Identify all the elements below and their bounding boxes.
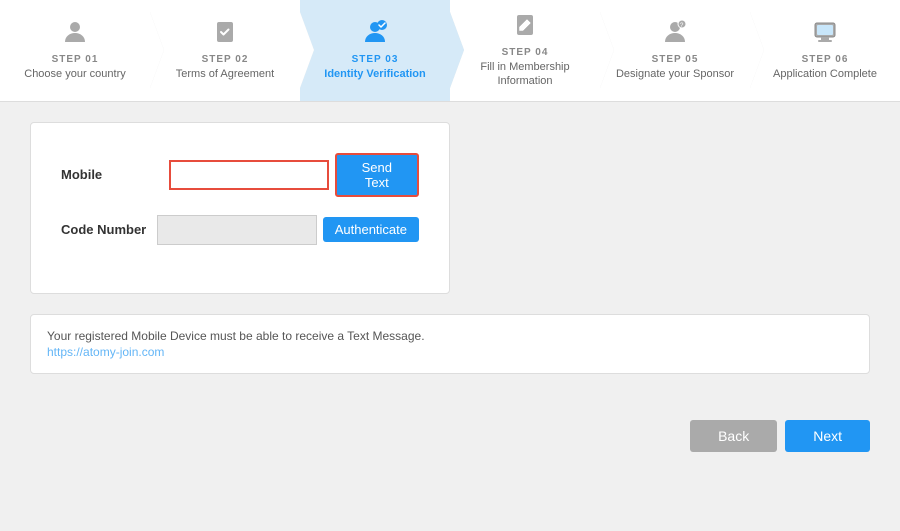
step04-icon — [512, 12, 538, 43]
code-row: Code Number Authenticate — [61, 215, 419, 245]
authenticate-button[interactable]: Authenticate — [323, 217, 419, 242]
mobile-label: Mobile — [61, 167, 169, 182]
watermark: https://atomy-join.com — [47, 345, 853, 359]
step-item-03[interactable]: STEP 03 Identity Verification — [300, 0, 450, 101]
next-button[interactable]: Next — [785, 420, 870, 452]
step06-label: Application Complete — [773, 67, 877, 81]
send-text-button[interactable]: Send Text — [335, 153, 419, 197]
step03-number: STEP 03 — [352, 54, 399, 65]
step06-number: STEP 06 — [802, 54, 849, 65]
step-item-05[interactable]: ? STEP 05 Designate your Sponsor — [600, 0, 750, 101]
step04-label: Fill in Membership Information — [454, 60, 596, 89]
step02-number: STEP 02 — [202, 54, 249, 65]
bottom-bar: Back Next — [0, 410, 900, 462]
mobile-row: Mobile Send Text — [61, 153, 419, 197]
step01-label: Choose your country — [24, 67, 126, 81]
info-bar: Your registered Mobile Device must be ab… — [30, 314, 870, 374]
step-bar: STEP 01 Choose your country STEP 02 Term… — [0, 0, 900, 102]
step05-label: Designate your Sponsor — [616, 67, 734, 81]
step03-icon — [362, 19, 388, 50]
code-input[interactable] — [157, 215, 317, 245]
step02-label: Terms of Agreement — [176, 67, 274, 81]
step04-number: STEP 04 — [502, 47, 549, 58]
step06-icon — [812, 19, 838, 50]
step-item-06[interactable]: STEP 06 Application Complete — [750, 0, 900, 101]
step05-icon: ? — [662, 19, 688, 50]
step-item-02[interactable]: STEP 02 Terms of Agreement — [150, 0, 300, 101]
step01-number: STEP 01 — [52, 54, 99, 65]
step-item-04[interactable]: STEP 04 Fill in Membership Information — [450, 0, 600, 101]
code-label: Code Number — [61, 222, 157, 237]
step-item-01[interactable]: STEP 01 Choose your country — [0, 0, 150, 101]
mobile-input[interactable] — [169, 160, 329, 190]
step03-label: Identity Verification — [324, 67, 425, 81]
step05-number: STEP 05 — [652, 54, 699, 65]
step01-icon — [62, 19, 88, 50]
step02-icon — [212, 19, 238, 50]
info-message: Your registered Mobile Device must be ab… — [47, 329, 853, 343]
main-content: Mobile Send Text Code Number Authenticat… — [0, 102, 900, 410]
back-button[interactable]: Back — [690, 420, 777, 452]
form-card: Mobile Send Text Code Number Authenticat… — [30, 122, 450, 294]
